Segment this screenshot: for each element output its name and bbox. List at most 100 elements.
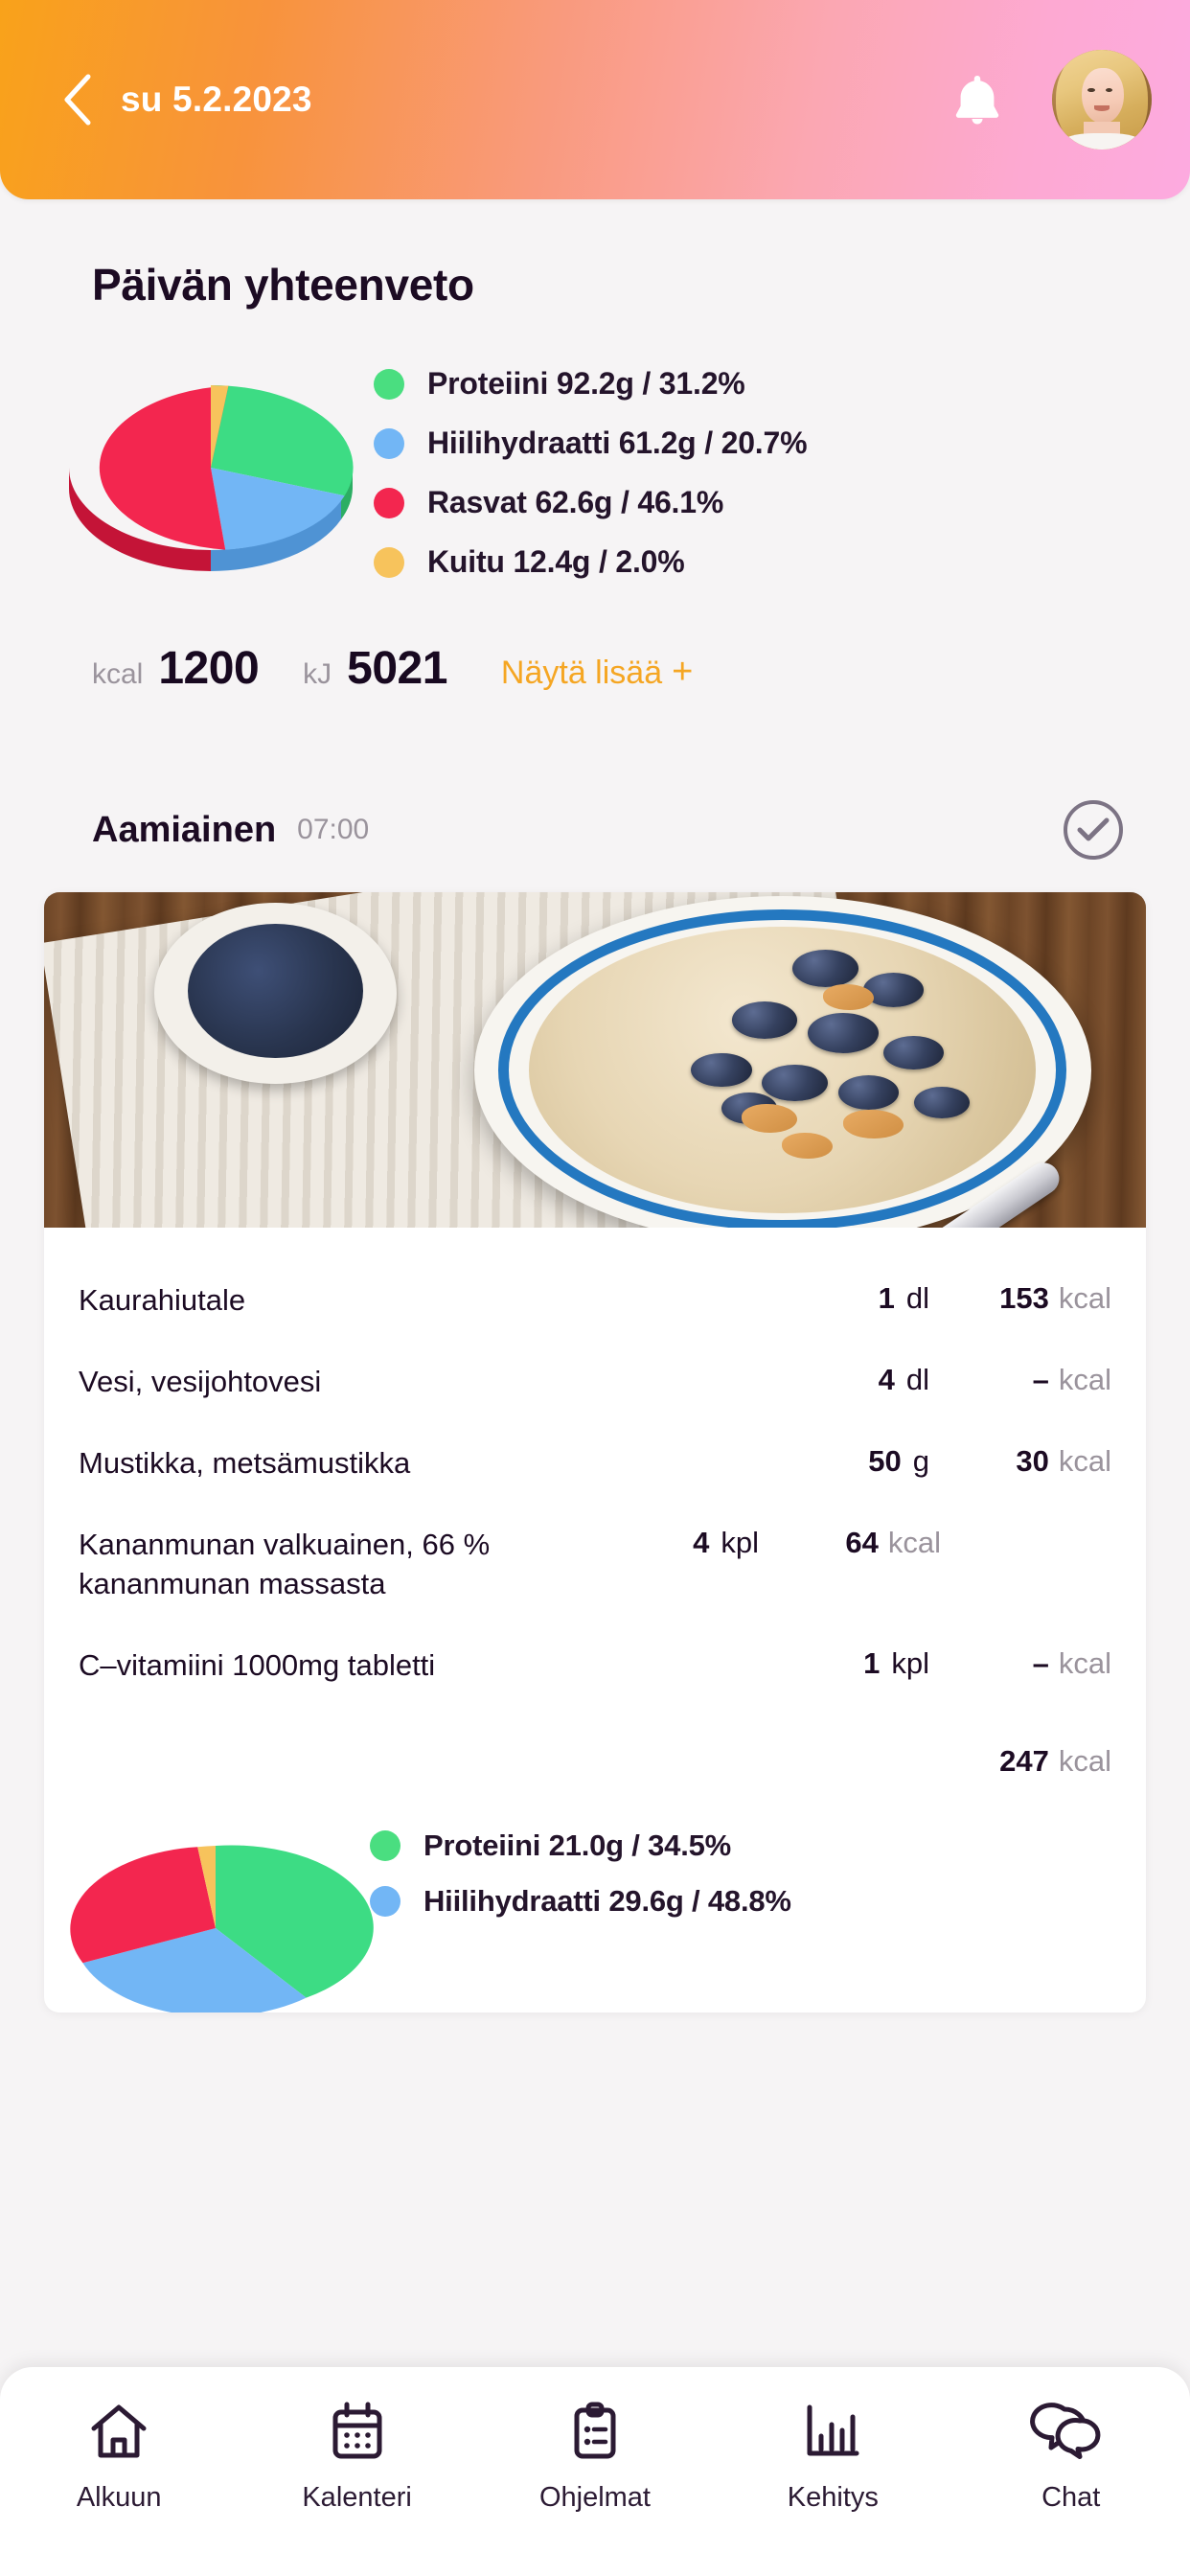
food-row[interactable]: Mustikka, metsämustikka 50 g 30 kcal (79, 1423, 1111, 1505)
meal-total-row: 247 kcal (44, 1715, 1146, 1779)
food-amount: 4 kpl (615, 1526, 759, 1560)
food-row[interactable]: Kaurahiutale 1 dl 153 kcal (79, 1260, 1111, 1342)
photo-oatmeal (529, 927, 1036, 1213)
food-row[interactable]: Vesi, vesijohtovesi 4 dl – kcal (79, 1342, 1111, 1423)
food-energy-value: – (1032, 1362, 1049, 1396)
food-name: Kaurahiutale (79, 1283, 246, 1317)
meal-time: 07:00 (297, 814, 370, 845)
nav-item-kalenteri[interactable]: Kalenteri (262, 2400, 453, 2514)
pie-chart-svg (69, 384, 354, 571)
legend-dot-protein (370, 1830, 400, 1862)
food-amount-unit: dl (905, 1281, 929, 1315)
legend-item-protein: Proteiini 92.2g / 31.2% (374, 366, 807, 402)
legend-label-protein: Proteiini 92.2g / 31.2% (427, 366, 745, 401)
meal-total-value: 247 (999, 1744, 1049, 1779)
meal-legend: Proteiini 21.0g / 34.5% Hiilihydraatti 2… (370, 1828, 791, 1940)
food-amount-unit: kpl (891, 1645, 929, 1680)
photo-oatmeal-bowl (473, 895, 1091, 1228)
legend-dot-protein (374, 368, 404, 400)
check-icon (1077, 817, 1110, 841)
food-amount-value: 50 (868, 1443, 902, 1478)
avatar[interactable] (1052, 50, 1152, 150)
nav-label-kalenteri: Kalenteri (302, 2482, 412, 2513)
avatar-eye-right (1106, 87, 1113, 92)
meal-header: Aamiainen 07:00 (0, 800, 1190, 860)
show-more-label: Näytä lisää (500, 655, 663, 691)
legend-label-carbs: Hiilihydraatti 61.2g / 20.7% (427, 426, 808, 460)
avatar-shirt (1062, 133, 1142, 150)
clipboard-icon (571, 2400, 619, 2463)
nav-item-alkuun[interactable]: Alkuun (23, 2400, 215, 2514)
scroll-area[interactable]: Päivän yhteenveto Proteiini 92.2g / 31.2… (0, 199, 1190, 2576)
food-energy-unit: kcal (1058, 1362, 1111, 1396)
food-energy-value: 30 (1016, 1443, 1049, 1478)
bar-chart-icon (805, 2400, 860, 2463)
food-row[interactable]: C–vitamiini 1000mg tabletti 1 kpl – kcal (79, 1625, 1111, 1707)
food-energy-value: – (1032, 1645, 1049, 1680)
food-energy: 153 kcal (929, 1281, 1111, 1316)
food-amount: 1 dl (786, 1281, 929, 1316)
nav-label-alkuun: Alkuun (76, 2482, 162, 2513)
show-more-button[interactable]: Näytä lisää + (501, 652, 693, 693)
food-list: Kaurahiutale 1 dl 153 kcal Vesi, vesijohto… (44, 1228, 1146, 1715)
photo-berry (807, 1012, 879, 1053)
kj-value: 5021 (347, 643, 447, 694)
meal-macro-chart: Proteiini 21.0g / 34.5% Hiilihydraatti 2… (44, 1779, 1146, 2013)
food-energy: 64 kcal (759, 1526, 941, 1560)
legend-label-fat: Rasvat 62.6g / 46.1% (427, 485, 724, 519)
photo-berry (731, 1000, 798, 1039)
photo-berry (913, 1087, 970, 1119)
food-row[interactable]: Kananmunan valkuainen, 66 % kananmunan m… (79, 1505, 1111, 1625)
food-energy-unit: kcal (1058, 1645, 1111, 1680)
food-name: Kananmunan valkuainen, 66 % kananmunan m… (79, 1527, 491, 1600)
chevron-left-icon (64, 74, 91, 126)
food-energy: 30 kcal (929, 1444, 1111, 1479)
nav-label-kehitys: Kehitys (787, 2482, 879, 2513)
nav-item-kehitys[interactable]: Kehitys (737, 2400, 928, 2514)
meal-complete-toggle[interactable] (1064, 800, 1123, 860)
food-name: Vesi, vesijohtovesi (79, 1364, 322, 1398)
food-amount: 4 dl (786, 1363, 929, 1397)
legend-dot-fat (374, 487, 404, 518)
food-energy-unit: kcal (1058, 1281, 1111, 1315)
food-energy: – kcal (929, 1646, 1111, 1681)
avatar-eye-left (1087, 87, 1095, 92)
legend-item-fiber: Kuitu 12.4g / 2.0% (374, 544, 807, 580)
photo-berry (837, 1075, 899, 1111)
photo-almond (822, 983, 874, 1010)
food-energy: – kcal (929, 1363, 1111, 1397)
legend-label-carbs: Hiilihydraatti 29.6g / 48.8% (423, 1884, 791, 1919)
kcal-unit-label: kcal (92, 658, 144, 690)
meal-total-energy: 247 kcal (929, 1744, 1111, 1779)
back-button[interactable] (44, 66, 111, 133)
nav-item-chat[interactable]: Chat (975, 2400, 1167, 2514)
food-amount-unit: kpl (721, 1525, 759, 1559)
kj-unit-label: kJ (303, 658, 332, 690)
photo-almond (742, 1104, 798, 1134)
daily-summary-chart: Proteiini 92.2g / 31.2% Hiilihydraatti 6… (0, 355, 1190, 604)
plus-icon: + (672, 652, 694, 692)
food-amount-value: 1 (878, 1281, 895, 1315)
food-energy-unit: kcal (1058, 1443, 1111, 1478)
summary-pie-chart (57, 355, 364, 575)
legend-item-carbs: Hiilihydraatti 61.2g / 20.7% (374, 426, 808, 461)
bell-icon (955, 76, 999, 125)
meal-total-unit: kcal (1058, 1744, 1111, 1779)
avatar-face (1082, 67, 1124, 124)
food-name: Mustikka, metsämustikka (79, 1445, 411, 1480)
legend-label-protein: Proteiini 21.0g / 34.5% (423, 1828, 732, 1863)
header-date: su 5.2.2023 (121, 80, 312, 119)
food-energy-value: 153 (999, 1281, 1049, 1315)
meal-card[interactable]: Kaurahiutale 1 dl 153 kcal Vesi, vesijohto… (44, 892, 1146, 2013)
legend-label-fiber: Kuitu 12.4g / 2.0% (427, 544, 685, 579)
food-name: C–vitamiini 1000mg tabletti (79, 1647, 436, 1682)
kcal-value: 1200 (158, 643, 260, 694)
photo-berry (691, 1052, 752, 1088)
notifications-button[interactable] (943, 65, 1012, 134)
photo-berry (792, 950, 858, 987)
nav-label-chat: Chat (1041, 2482, 1101, 2513)
photo-almond (842, 1110, 904, 1139)
nav-item-ohjelmat[interactable]: Ohjelmat (499, 2400, 691, 2514)
legend-item-protein: Proteiini 21.0g / 34.5% (370, 1828, 791, 1863)
food-energy-unit: kcal (887, 1525, 941, 1559)
